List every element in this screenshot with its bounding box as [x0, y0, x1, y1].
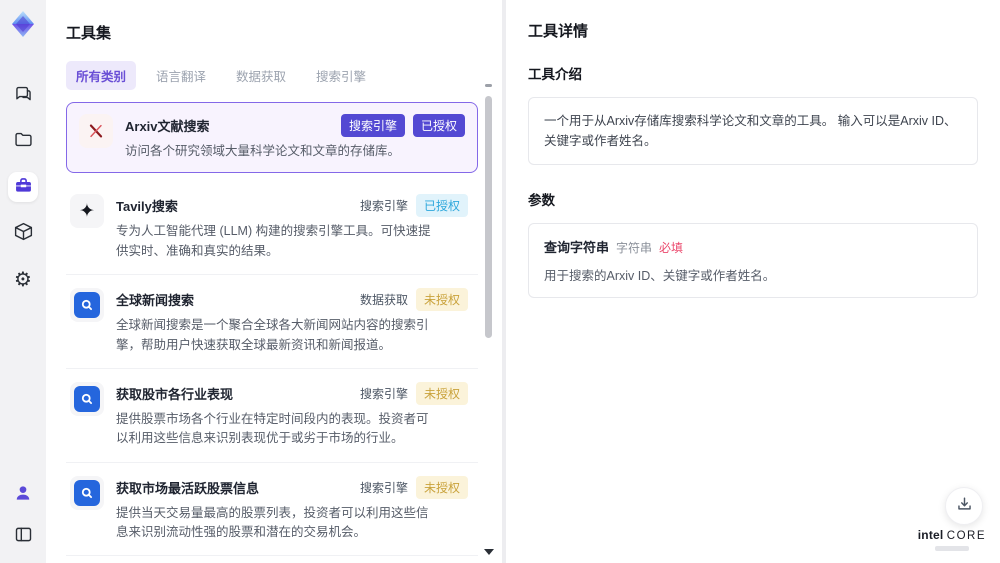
sidebar: ⚙ — [0, 0, 46, 563]
tab-数据获取[interactable]: 数据获取 — [226, 61, 296, 90]
search-blue-icon — [70, 288, 104, 323]
tool-card[interactable]: 获取市场最活跃股票信息 搜索引擎 未授权 提供当天交易量最高的股票列表，投资者可… — [66, 463, 478, 557]
intel-badge-subtext — [934, 546, 969, 551]
gear-icon: ⚙ — [14, 267, 32, 291]
chat-icon — [13, 83, 34, 107]
page-title: 工具集 — [66, 25, 112, 42]
tool-card[interactable]: 万维地区新闻查询 搜索引擎 未授权 查询具体行政区划内的新闻，快速了解各地新闻动 — [66, 556, 478, 563]
user-icon — [13, 483, 33, 506]
tool-title: 获取股市各行业表现 — [116, 386, 234, 402]
core-wordmark: CORE — [946, 530, 986, 543]
tool-description: 全球新闻搜索是一个聚合全球各大新闻网站内容的搜索引擎，帮助用户快速获取全球最新资… — [116, 318, 429, 352]
category-tabs: 所有类别 语言翻译 数据获取 搜索引擎 — [66, 61, 482, 90]
sidebar-item-chat[interactable] — [8, 80, 38, 110]
intro-box: 一个用于从Arxiv存储库搜索科学论文和文章的工具。 输入可以是Arxiv ID… — [528, 97, 978, 165]
intel-core-logo: intel CORE — [918, 529, 986, 551]
tool-detail-panel: 工具详情 工具介绍 一个用于从Arxiv存储库搜索科学论文和文章的工具。 输入可… — [506, 0, 1000, 563]
tool-title: 获取市场最活跃股票信息 — [116, 480, 260, 496]
parameter-card: 查询字符串 字符串 必填 用于搜索的Arxiv ID、关键字或作者姓名。 — [528, 223, 978, 298]
tab-语言翻译[interactable]: 语言翻译 — [146, 61, 216, 90]
arxiv-icon — [79, 114, 113, 148]
search-blue-icon — [70, 475, 104, 510]
auth-status-badge: 未授权 — [415, 288, 468, 312]
tab-搜索引擎[interactable]: 搜索引擎 — [306, 61, 376, 90]
param-name: 查询字符串 — [544, 240, 610, 255]
tool-badges: 搜索引擎 未授权 — [359, 381, 468, 405]
sidebar-item-cube[interactable] — [8, 218, 38, 248]
download-button[interactable] — [945, 487, 983, 525]
sidebar-item-panel-toggle[interactable] — [8, 521, 38, 551]
category-badge: 数据获取 — [359, 293, 408, 308]
auth-status-badge: 未授权 — [415, 381, 468, 405]
auth-status-badge: 已授权 — [412, 114, 465, 137]
tool-description: 访问各个研究领域大量科学论文和文章的存储库。 — [125, 144, 401, 158]
params-heading: 参数 — [528, 193, 555, 208]
tool-badges: 搜索引擎 未授权 — [359, 475, 468, 499]
folder-icon — [13, 129, 34, 153]
intel-wordmark: intel — [917, 528, 944, 543]
params-list: 查询字符串 字符串 必填 用于搜索的Arxiv ID、关键字或作者姓名。 — [528, 223, 978, 298]
star-icon: ✦ — [70, 194, 104, 229]
sidebar-item-gear[interactable]: ⚙ — [8, 264, 38, 294]
auth-status-badge: 已授权 — [415, 194, 468, 218]
tool-card[interactable]: 获取股市各行业表现 搜索引擎 未授权 提供股票市场各个行业在特定时间段内的表现。… — [66, 369, 478, 463]
toolbox-icon — [13, 175, 34, 199]
tool-title: 全球新闻搜索 — [116, 293, 195, 309]
tool-badges: 搜索引擎 已授权 — [359, 194, 468, 218]
sidebar-item-folder[interactable] — [8, 126, 38, 156]
tool-card[interactable]: ✦ Tavily搜索 搜索引擎 已授权 专为人工智能代理 (LLM) 构建的搜索… — [66, 181, 478, 276]
category-badge: 搜索引擎 — [359, 480, 408, 495]
tool-description: 提供股票市场各个行业在特定时间段内的表现。投资者可以利用这些信息来识别表现优于或… — [116, 411, 429, 446]
download-icon — [955, 495, 974, 517]
app-logo — [7, 8, 39, 40]
category-badge: 搜索引擎 — [359, 199, 408, 214]
sidebar-item-user[interactable] — [8, 479, 38, 509]
param-required-label: 必填 — [659, 241, 684, 255]
tool-list-panel: 工具集 所有类别 语言翻译 数据获取 搜索引擎 Arxiv文献搜索 搜索引擎 已授权 … — [46, 0, 502, 563]
sidebar-item-toolbox-active[interactable] — [8, 172, 38, 202]
app-window: ⚙ 工具集 所有类别 语言翻译 数据获取 搜索引擎 Arxiv文献搜索 搜索引擎 已授… — [0, 0, 1000, 563]
tab-所有类别[interactable]: 所有类别 — [66, 61, 137, 90]
param-description: 用于搜索的Arxiv ID、关键字或作者姓名。 — [544, 269, 776, 283]
scrollbar-up-arrow-icon[interactable] — [485, 84, 492, 87]
category-badge: 搜索引擎 — [359, 386, 408, 401]
scrollbar-thumb[interactable] — [485, 96, 492, 338]
search-blue-icon — [70, 381, 104, 416]
param-type: 字符串 — [616, 241, 653, 255]
sidebar-nav: ⚙ — [8, 80, 38, 294]
sidebar-bottom — [8, 479, 38, 551]
tool-title: Tavily搜索 — [116, 199, 178, 215]
tool-description: 专为人工智能代理 (LLM) 构建的搜索引擎工具。可快速提供实时、准确和真实的结… — [116, 224, 431, 258]
tool-title: Arxiv文献搜索 — [125, 119, 210, 134]
cube-icon — [13, 221, 34, 245]
detail-title: 工具详情 — [528, 23, 589, 40]
scrollbar-down-arrow-icon[interactable] — [484, 549, 494, 555]
tool-card-list: Arxiv文献搜索 搜索引擎 已授权 访问各个研究领域大量科学论文和文章的存储库… — [46, 102, 502, 563]
intro-text: 一个用于从Arxiv存储库搜索科学论文和文章的工具。 输入可以是Arxiv ID… — [544, 114, 957, 148]
tool-badges: 数据获取 未授权 — [359, 288, 468, 312]
category-badge: 搜索引擎 — [340, 114, 405, 137]
panel-toggle-icon — [13, 524, 34, 548]
tool-badges: 搜索引擎 已授权 — [340, 114, 465, 137]
scrollbar[interactable] — [484, 84, 494, 555]
tool-card[interactable]: 全球新闻搜索 数据获取 未授权 全球新闻搜索是一个聚合全球各大新闻网站内容的搜索… — [66, 275, 478, 369]
intro-heading: 工具介绍 — [528, 67, 582, 82]
auth-status-badge: 未授权 — [415, 475, 468, 499]
tool-description: 提供当天交易量最高的股票列表，投资者可以利用这些信息来识别流动性强的股票和潜在的… — [116, 505, 429, 539]
tool-card[interactable]: Arxiv文献搜索 搜索引擎 已授权 访问各个研究领域大量科学论文和文章的存储库… — [66, 102, 478, 174]
